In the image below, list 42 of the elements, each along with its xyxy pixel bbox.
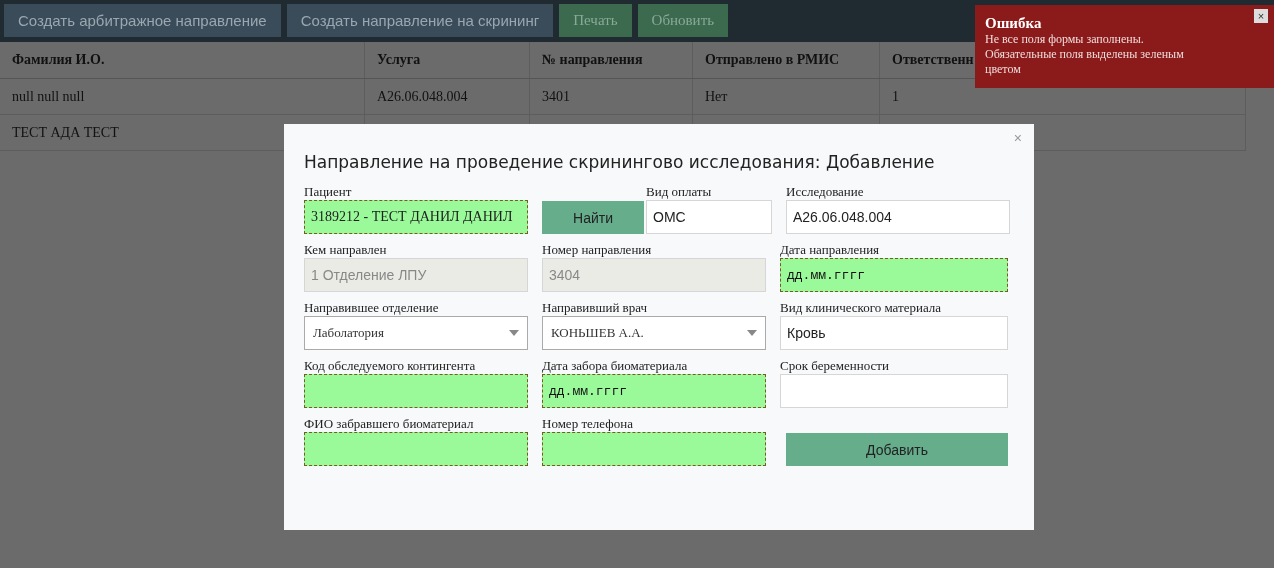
- toolbar-button[interactable]: Создать арбитражное направление: [4, 4, 281, 37]
- field-label: Номер направления: [542, 242, 653, 258]
- input-field[interactable]: ОМС: [646, 200, 772, 234]
- input-field[interactable]: [304, 374, 528, 408]
- caret-icon: [509, 330, 519, 336]
- column-header: Фамилия И.О.: [0, 42, 365, 79]
- input-field[interactable]: 3189212 - ТЕСТ ДАНИЛ ДАНИЛ: [304, 200, 528, 234]
- field-label: Дата направления: [780, 242, 881, 258]
- select-field[interactable]: КОНЬШЕВ А.А.: [542, 316, 766, 350]
- toast-title: Ошибка: [985, 15, 1042, 32]
- table-cell: 3401: [529, 78, 693, 115]
- field-label: Направившее отделение: [304, 300, 440, 316]
- field-label: Направивший врач: [542, 300, 649, 316]
- input-field[interactable]: [304, 432, 528, 466]
- close-button[interactable]: ×: [1254, 9, 1268, 23]
- column-header: № направления: [529, 42, 693, 79]
- caret-icon: [747, 330, 757, 336]
- input-field[interactable]: A26.06.048.004: [786, 200, 1010, 234]
- field-label: Номер телефона: [542, 416, 634, 432]
- dialog-title: Направление на проведение скринингово исследования: Добавление: [304, 152, 936, 172]
- input-field[interactable]: Кровь: [780, 316, 1008, 350]
- field-label: Дата забора биоматериала: [542, 358, 689, 374]
- field-label: Пациент: [304, 184, 353, 200]
- input-field[interactable]: дд.мм.гггг: [780, 258, 1008, 292]
- table-cell: Нет: [692, 78, 880, 115]
- field-label: Срок беременности: [780, 358, 890, 374]
- field-label: Кем направлен: [304, 242, 388, 258]
- field-label: Код обследуемого контингента: [304, 358, 477, 374]
- field-label: ФИО забравшего биоматериал: [304, 416, 475, 432]
- input-field[interactable]: дд.мм.гггг: [542, 374, 766, 408]
- input-field[interactable]: [542, 432, 766, 466]
- column-header: Отправлено в РМИС: [692, 42, 880, 79]
- field-label: Вид клинического материала: [780, 300, 943, 316]
- field-label: Вид оплаты: [646, 184, 713, 200]
- column-header: Услуга: [364, 42, 530, 79]
- table-cell: null null null: [0, 78, 365, 115]
- form-button[interactable]: Добавить: [786, 433, 1008, 466]
- table-cell: A26.06.048.004: [364, 78, 530, 115]
- toolbar-button[interactable]: Создать направление на скрининг: [286, 4, 554, 37]
- form-button[interactable]: Найти: [542, 201, 644, 234]
- field-label: Исследование: [786, 184, 865, 200]
- select-field[interactable]: Лаболатория: [304, 316, 528, 350]
